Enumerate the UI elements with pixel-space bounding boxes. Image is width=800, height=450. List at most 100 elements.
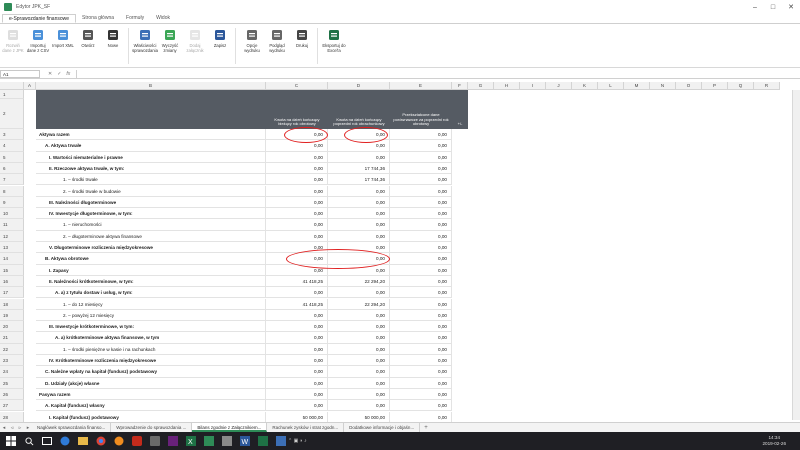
column-header-q[interactable]: Q: [728, 82, 754, 90]
row-header[interactable]: 13: [0, 242, 24, 254]
row-label-cell[interactable]: A. a) krótkoterminowe aktywa finansowe, …: [36, 332, 266, 344]
row-label-cell[interactable]: A. a) z tytułu dostaw i usług, w tym:: [36, 287, 266, 299]
row-header[interactable]: 16: [0, 275, 24, 288]
value-cell-e[interactable]: 0,00: [390, 264, 452, 276]
value-cell-e[interactable]: 0,00: [390, 366, 452, 378]
row-label-cell[interactable]: 2. – długoterminowe aktywa finansowe: [36, 230, 266, 242]
row-header[interactable]: 27: [0, 400, 24, 412]
value-cell-c[interactable]: 0,00: [266, 174, 328, 186]
task-view-icon[interactable]: [40, 434, 54, 448]
value-cell-c[interactable]: 0,00: [266, 219, 328, 231]
column-header-c[interactable]: C: [266, 82, 328, 90]
windows-start-icon[interactable]: [4, 434, 18, 448]
value-cell-c[interactable]: 0,00: [266, 208, 328, 220]
ribbon-button-9[interactable]: Opcje wydruku: [240, 28, 264, 53]
app-photos-icon[interactable]: [148, 434, 162, 448]
visual-studio-icon[interactable]: [166, 434, 180, 448]
row-header[interactable]: 25: [0, 377, 24, 389]
value-cell-d[interactable]: 0,00: [328, 388, 390, 401]
ribbon-button-8[interactable]: Zapisz: [208, 28, 232, 48]
value-cell-d[interactable]: 0,00: [328, 400, 390, 412]
row-label-cell[interactable]: IV. Inwestycje długoterminowe, w tym:: [36, 208, 266, 220]
value-cell-d[interactable]: 0,00: [328, 287, 390, 299]
column-header-a[interactable]: A: [24, 82, 36, 90]
row-header[interactable]: 28: [0, 411, 24, 422]
value-cell-e[interactable]: 0,00: [390, 208, 452, 220]
value-cell-c[interactable]: 0,00: [266, 332, 328, 344]
excel-taskbar-icon[interactable]: X: [184, 434, 198, 448]
vertical-scrollbar[interactable]: [792, 90, 800, 420]
ribbon-button-2[interactable]: Import XML: [51, 28, 75, 48]
value-cell-d[interactable]: 0,00: [328, 185, 390, 197]
row-label-cell[interactable]: 2. – powyżej 12 miesięcy: [36, 309, 266, 322]
value-cell-d[interactable]: 0,00: [328, 332, 390, 344]
column-header-b[interactable]: B: [36, 82, 266, 90]
column-header-h[interactable]: H: [494, 82, 520, 90]
row-label-cell[interactable]: I. Zapasy: [36, 264, 266, 276]
ribbon-button-6[interactable]: Wyczyść zmiany: [158, 28, 182, 53]
sheet-tab-4[interactable]: Dodatkowe informacje i objaśn...: [344, 423, 421, 432]
row-label-cell[interactable]: 1. – do 12 miesięcy: [36, 298, 266, 310]
value-cell-c[interactable]: 0,00: [266, 185, 328, 197]
row-label-cell[interactable]: I. Wartości niematerialne i prawne: [36, 151, 266, 163]
fx-icon[interactable]: fx: [66, 71, 70, 77]
column-header-m[interactable]: M: [624, 82, 650, 90]
row-header[interactable]: 3: [0, 129, 24, 141]
column-header-g[interactable]: G: [468, 82, 494, 90]
name-box[interactable]: A1: [0, 70, 40, 78]
value-cell-c[interactable]: 0,00: [266, 287, 328, 299]
sheet-tab-0[interactable]: Nagłówek sprawozdania finanso...: [32, 423, 112, 432]
value-cell-e[interactable]: 0,00: [390, 162, 452, 175]
row-label-cell[interactable]: Aktywa razem: [36, 129, 266, 141]
ribbon-button-12[interactable]: Eksportuj do Excel'a: [322, 28, 346, 53]
row-header[interactable]: 21: [0, 332, 24, 344]
value-cell-e[interactable]: 0,00: [390, 219, 452, 231]
row-label-cell[interactable]: 2. – środki trwałe w budowie: [36, 185, 266, 197]
value-cell-c[interactable]: 41 418,25: [266, 298, 328, 310]
column-header-l[interactable]: L: [598, 82, 624, 90]
value-cell-d[interactable]: 0,00: [328, 219, 390, 231]
value-cell-c[interactable]: 0,00: [266, 400, 328, 412]
row-label-cell[interactable]: IV. Krótkoterminowe rozliczenia międzyok…: [36, 355, 266, 367]
value-cell-e[interactable]: 0,00: [390, 309, 452, 322]
row-header[interactable]: 10: [0, 208, 24, 220]
value-cell-d[interactable]: 0,00: [328, 309, 390, 322]
system-tray-icons[interactable]: ⌃ ▣ ◗ ♪: [288, 438, 307, 444]
ribbon-button-7[interactable]: Dodaj załącznik: [183, 28, 207, 53]
value-cell-d[interactable]: 0,00: [328, 208, 390, 220]
row-header[interactable]: 15: [0, 264, 24, 276]
ribbon-button-10[interactable]: Podgląd wydruku: [265, 28, 289, 53]
row-header[interactable]: 7: [0, 174, 24, 186]
value-cell-c[interactable]: 0,00: [266, 388, 328, 401]
row-label-cell[interactable]: II. Należności krótkoterminowe, w tym:: [36, 275, 266, 288]
value-cell-d[interactable]: 17 744,36: [328, 174, 390, 186]
row-header[interactable]: 5: [0, 151, 24, 163]
add-sheet-icon[interactable]: +: [424, 425, 428, 431]
tab-strona-glowna[interactable]: Strona główna: [76, 14, 120, 23]
app-red-icon[interactable]: [130, 434, 144, 448]
column-header-j[interactable]: J: [546, 82, 572, 90]
value-cell-d[interactable]: 0,00: [328, 366, 390, 378]
value-cell-e[interactable]: 0,00: [390, 174, 452, 186]
value-cell-e[interactable]: 0,00: [390, 230, 452, 242]
tab-prev-icon[interactable]: ◃: [8, 425, 16, 431]
tab-next-icon[interactable]: ▹: [16, 425, 24, 431]
confirm-icon[interactable]: ✓: [57, 71, 61, 77]
value-cell-e[interactable]: 0,00: [390, 400, 452, 412]
column-header-f[interactable]: F: [452, 82, 468, 90]
value-cell-e[interactable]: 0,00: [390, 298, 452, 310]
column-header-d[interactable]: D: [328, 82, 390, 90]
column-header-e[interactable]: E: [390, 82, 452, 90]
tab-formuly[interactable]: Formuły: [120, 14, 150, 23]
row-header[interactable]: 17: [0, 287, 24, 299]
row-header[interactable]: 14: [0, 253, 24, 265]
row-header[interactable]: 2: [0, 99, 24, 129]
value-cell-c[interactable]: 0,00: [266, 355, 328, 367]
row-header[interactable]: 6: [0, 162, 24, 175]
row-label-cell[interactable]: III. Należności długoterminowe: [36, 196, 266, 209]
edge-icon[interactable]: [58, 434, 72, 448]
ribbon-button-11[interactable]: Drukuj: [290, 28, 314, 48]
value-cell-e[interactable]: 0,00: [390, 332, 452, 344]
row-label-cell[interactable]: B. Aktywa obrotowe: [36, 253, 266, 265]
value-cell-e[interactable]: 0,00: [390, 196, 452, 209]
